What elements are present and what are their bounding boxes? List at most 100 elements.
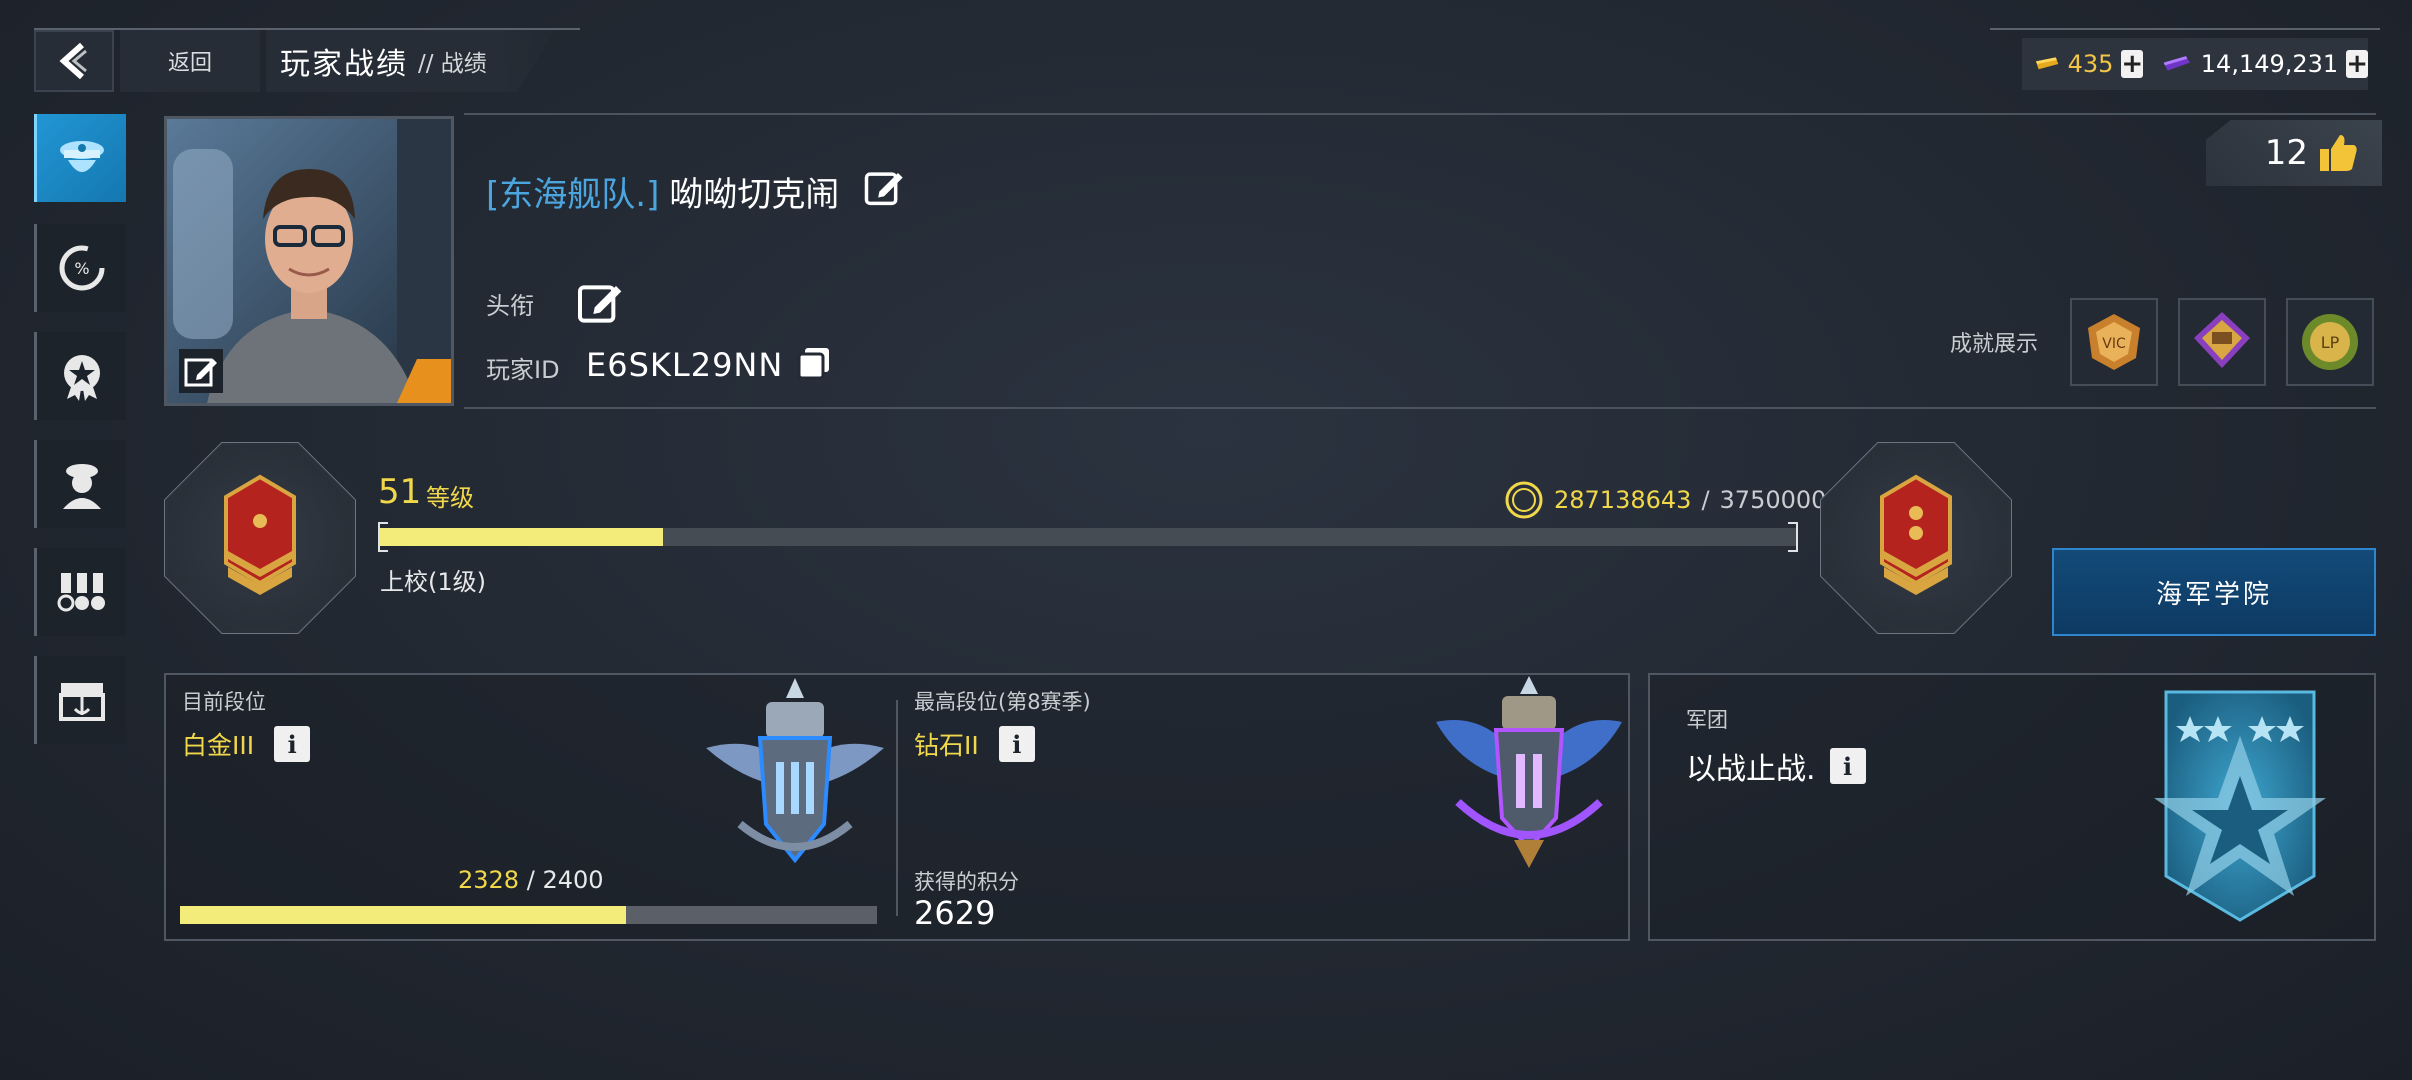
player-name: 呦呦切克闹 (669, 175, 840, 215)
platinum-rank-emblem (700, 674, 890, 874)
xp-separator: / (1701, 486, 1710, 514)
add-gold-button[interactable]: + (2121, 49, 2144, 79)
sidebar-item-commanders[interactable] (34, 440, 126, 528)
current-tier-row: 白金III i (182, 726, 311, 762)
legion-label: 军团 (1686, 708, 1728, 732)
achievement-slot-3[interactable]: LP (2286, 298, 2374, 386)
back-label: 返回 (167, 51, 212, 76)
gold-bar-icon (2035, 57, 2059, 70)
player-avatar[interactable] (164, 116, 454, 406)
season-score: 2629 (914, 894, 996, 932)
page-title-box: 玩家战绩 // 战绩 (266, 30, 555, 92)
edit-icon (578, 285, 622, 323)
next-insignia-inner (1824, 446, 2008, 630)
officer-cap-icon (59, 141, 104, 172)
legion-emblem[interactable] (2140, 686, 2340, 930)
player-id: E6SKL29NN (586, 346, 784, 384)
achievement-slot-2[interactable] (2178, 298, 2266, 386)
rank-divider (896, 700, 898, 916)
silver-bar-icon (2163, 56, 2191, 71)
page-title: 玩家战绩 (280, 47, 408, 82)
rank-points-current: 2328 (458, 866, 520, 894)
copy-id-button[interactable] (795, 344, 833, 386)
highest-tier: 钻石II (914, 731, 979, 760)
top-navigation: 返回 玩家战绩 // 战绩 (34, 30, 580, 92)
likes-count: 12 (2264, 133, 2308, 173)
page-subtitle: // 战绩 (418, 51, 487, 77)
silver-amount: 14,149,231 (2200, 50, 2339, 78)
current-insignia-inner (168, 446, 352, 630)
svg-text:VIC: VIC (2102, 336, 2126, 352)
highest-rank-label: 最高段位(第8赛季) (914, 690, 1091, 714)
rank-points-separator: / (526, 866, 535, 894)
diamond-rank-emblem (1432, 672, 1626, 872)
edit-name-button[interactable] (863, 166, 905, 217)
add-silver-button[interactable]: + (2346, 49, 2368, 79)
current-insignia (165, 443, 355, 633)
legion-shield-icon (2154, 690, 2326, 922)
harbor-anchor-icon (58, 683, 105, 721)
percent-gauge-icon: % (59, 245, 104, 291)
sidebar-item-achievements[interactable] (34, 332, 126, 420)
edit-icon (184, 358, 217, 387)
edit-icon (865, 172, 904, 206)
naval-academy-label: 海军学院 (2155, 579, 2272, 610)
player-id-label-text: 玩家ID (486, 356, 560, 384)
rank-points-bar (180, 906, 877, 924)
colonel-insignia-icon (1880, 474, 1952, 595)
sidebar-item-stats[interactable]: % (34, 224, 126, 312)
xp-text: 287138643 / 375000000 (1504, 480, 1857, 520)
next-insignia (1821, 443, 2011, 633)
legion-motto: 以战止战. (1686, 752, 1816, 787)
player-id-label: 玩家ID (486, 350, 560, 385)
naval-academy-button[interactable]: 海军学院 (2052, 548, 2376, 636)
medals-icon (57, 573, 105, 612)
achievements-label-text: 成就展示 (1950, 332, 2039, 357)
guild-tag[interactable]: [东海舰队.] (486, 167, 659, 216)
thumbs-up-icon (2320, 135, 2357, 171)
achievement-badge-icon (2194, 312, 2250, 368)
level-number: 51 (378, 472, 422, 512)
current-tier: 白金III (182, 731, 255, 760)
top-right-divider (1990, 28, 2380, 30)
rank-points-max: 2400 (542, 866, 604, 894)
captain-portrait-icon (62, 464, 101, 509)
current-rank-label: 目前段位 (182, 690, 266, 714)
highest-rank-info-button[interactable]: i (998, 726, 1035, 762)
gold-amount: 435 (2067, 50, 2114, 78)
achievement-badge-icon: VIC (2088, 314, 2140, 370)
edit-avatar-button[interactable] (179, 349, 223, 393)
currency-bar: 435 + 14,149,231 + (2022, 38, 2368, 90)
svg-text:%: % (74, 259, 89, 278)
platinum-emblem-icon (706, 678, 884, 864)
xp-current: 287138643 (1554, 486, 1692, 514)
sidebar-item-harbor[interactable] (34, 656, 126, 744)
player-name-row: [东海舰队.] 呦呦切克闹 (486, 166, 905, 217)
back-label-button[interactable]: 返回 (120, 30, 260, 92)
sidebar-item-profile[interactable] (34, 114, 126, 202)
edit-title-button[interactable] (576, 278, 624, 330)
rank-points-fill (180, 906, 627, 924)
achievement-badge-icon: LP (2302, 314, 2358, 370)
legion-info-button[interactable]: i (1829, 748, 1866, 784)
title-label: 头衔 (486, 286, 534, 321)
player-id-row: E6SKL29NN (586, 344, 833, 386)
likes-counter[interactable]: 12 (2206, 120, 2382, 186)
copy-icon (797, 348, 830, 380)
svg-text:LP: LP (2321, 333, 2340, 352)
sidebar-item-medals[interactable] (34, 548, 126, 636)
legion-motto-row: 以战止战. i (1686, 744, 1866, 788)
achievement-slot-1[interactable]: VIC (2070, 298, 2158, 386)
xp-progress-fill (380, 528, 664, 546)
rank-points-text: 2328 / 2400 (458, 866, 604, 894)
diamond-emblem-icon (1436, 676, 1622, 868)
xp-coin-icon (1505, 481, 1543, 519)
star-badge-icon (63, 355, 100, 401)
achievements-label: 成就展示 (1950, 326, 2038, 358)
xp-progress-bar (380, 528, 1796, 546)
level-word: 等级 (426, 484, 474, 512)
season-score-label: 获得的积分 (914, 870, 1019, 894)
colonel-insignia-icon (224, 474, 296, 595)
back-button[interactable] (34, 30, 114, 92)
current-rank-info-button[interactable]: i (274, 726, 311, 762)
